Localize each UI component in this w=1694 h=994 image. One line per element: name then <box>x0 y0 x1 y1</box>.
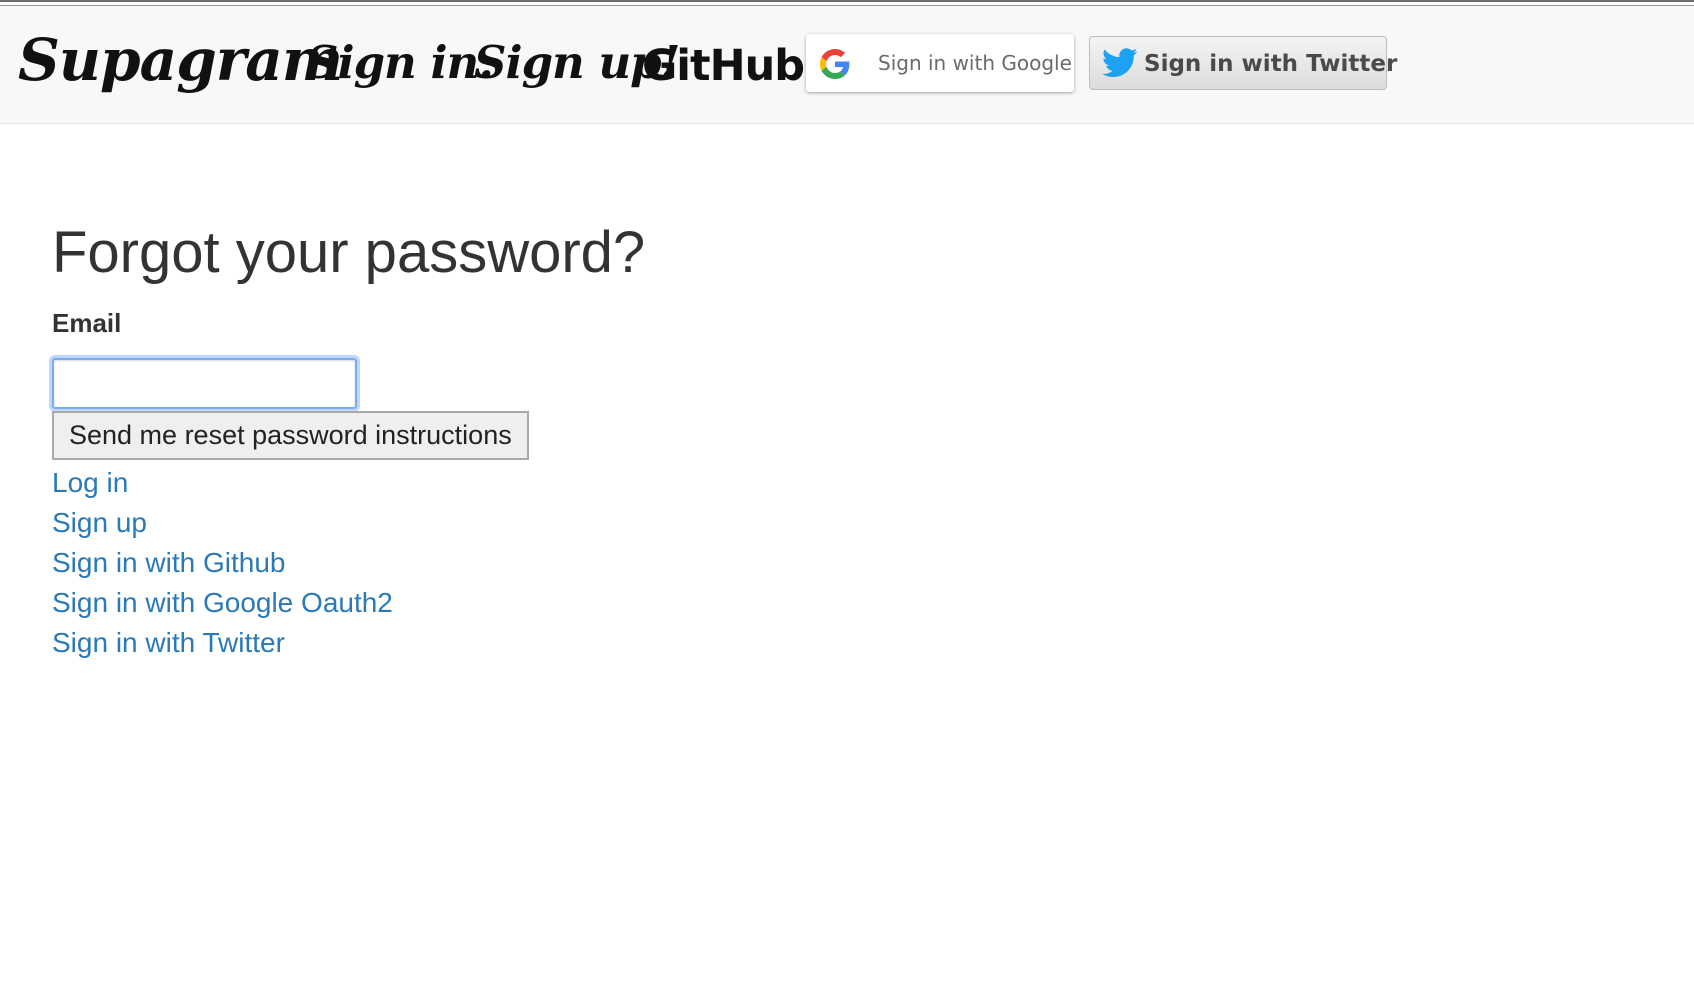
page-title: Forgot your password? <box>52 220 646 285</box>
twitter-signin-button[interactable]: Sign in with Twitter <box>1089 36 1397 90</box>
google-g-icon <box>820 49 850 79</box>
google-signin-label: Sign in with Google <box>878 51 1072 75</box>
nav-sign-in-link[interactable]: Sign in. <box>306 36 494 90</box>
send-reset-instructions-button[interactable]: Send me reset password instructions <box>52 411 529 460</box>
email-field[interactable] <box>52 358 357 409</box>
google-signin-button[interactable]: Sign in with Google <box>806 34 1074 92</box>
auth-links: Log in Sign up Sign in with Github Sign … <box>52 463 852 663</box>
twitter-bird-icon <box>1102 48 1138 78</box>
nav-github-link[interactable]: GitHub <box>642 40 805 92</box>
twitter-signin-label: Sign in with Twitter <box>1144 51 1398 77</box>
email-label: Email <box>52 308 122 338</box>
log-in-link[interactable]: Log in <box>52 463 852 503</box>
sign-in-google-oauth2-link[interactable]: Sign in with Google Oauth2 <box>52 583 852 623</box>
sign-in-github-link[interactable]: Sign in with Github <box>52 543 852 583</box>
sign-up-link[interactable]: Sign up <box>52 503 852 543</box>
brand-logo[interactable]: Supagram <box>18 28 343 92</box>
navbar: Supagram Sign in. Sign up! GitHub Sign i… <box>0 6 1694 124</box>
sign-in-twitter-link[interactable]: Sign in with Twitter <box>52 623 852 663</box>
main-content: Forgot your password? Email Send me rese… <box>52 220 852 663</box>
